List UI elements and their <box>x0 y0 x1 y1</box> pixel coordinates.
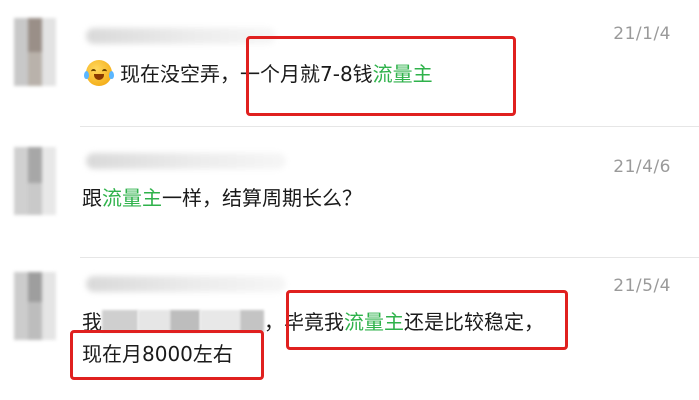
message-date: 21/4/6 <box>613 157 671 177</box>
message-date: 21/1/4 <box>613 24 671 44</box>
avatar[interactable] <box>14 147 56 215</box>
redacted-text <box>138 310 170 332</box>
chat-message-1: 21/1/4 现在没空弄，一个月就7-8钱流量主 <box>0 0 699 126</box>
redacted-text <box>170 310 200 332</box>
message-text-start: 跟 <box>82 186 102 210</box>
message-date: 21/5/4 <box>613 276 671 296</box>
redacted-username <box>86 276 286 292</box>
crying-laughing-emoji-icon <box>84 60 114 86</box>
avatar[interactable] <box>14 272 56 340</box>
highlight-box <box>70 330 264 380</box>
avatar[interactable] <box>14 18 56 86</box>
message-text-end: 一样，结算周期长么？ <box>162 186 362 210</box>
chat-message-3: 21/5/4 我，毕竟我流量主还是比较稳定， 现在月8000左右 <box>0 258 699 400</box>
keyword-liuliangzhu: 流量主 <box>102 186 162 210</box>
redacted-username <box>86 153 286 169</box>
message-text: 跟流量主一样，结算周期长么？ <box>82 184 362 212</box>
redacted-text <box>240 310 264 332</box>
highlight-box <box>286 290 568 350</box>
redacted-text <box>200 310 240 332</box>
highlight-box <box>246 36 516 116</box>
chat-message-2: 21/4/6 跟流量主一样，结算周期长么？ <box>0 127 699 257</box>
redacted-text <box>102 310 138 332</box>
